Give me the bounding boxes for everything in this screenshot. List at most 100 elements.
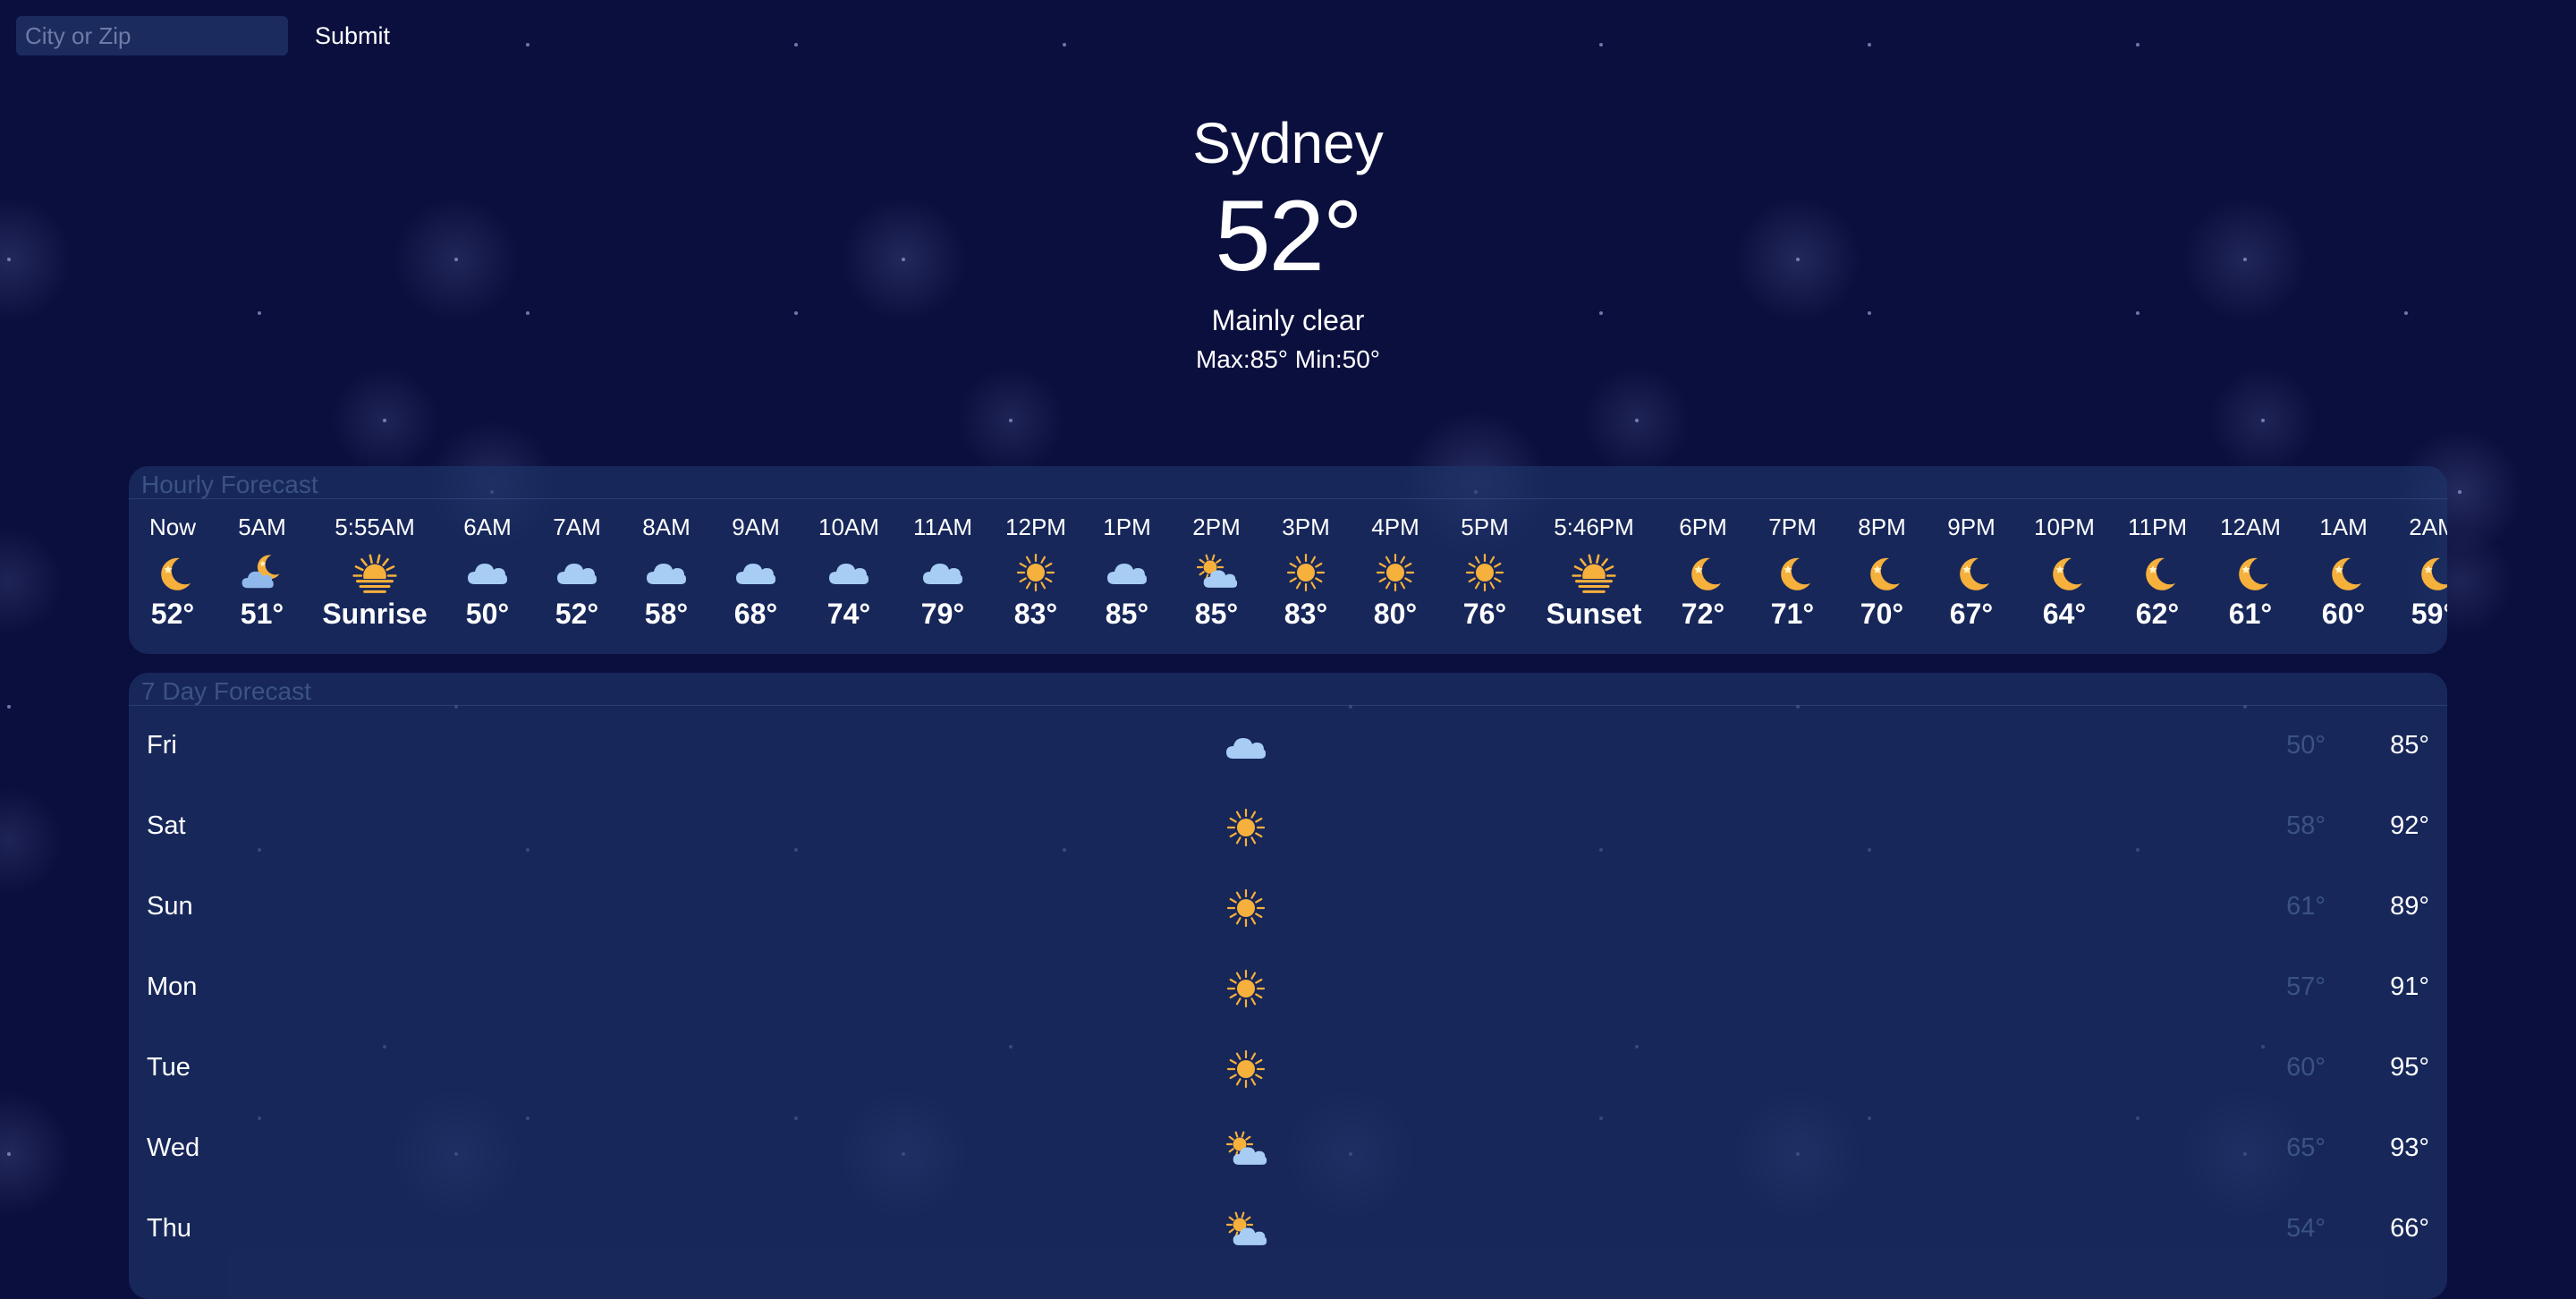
hour-temperature: 68° — [733, 598, 778, 630]
hour-temperature: 60° — [2321, 598, 2366, 630]
star-dot — [794, 43, 798, 47]
hourly-forecast-item: 8PM 70° — [1842, 499, 1922, 651]
hour-time: 8AM — [642, 514, 691, 540]
hour-temperature: 51° — [240, 598, 284, 630]
hour-time: 1AM — [2319, 514, 2368, 540]
star-dot — [1009, 419, 1013, 422]
hour-temperature: 52° — [555, 598, 599, 630]
daily-forecast-title: 7 Day Forecast — [129, 673, 2447, 706]
hour-time: 2AM — [2409, 514, 2447, 540]
day-name: Mon — [147, 972, 198, 1001]
daily-forecast-row: Thu 54° 66° — [129, 1189, 2447, 1269]
day-max-temperature: 92° — [2390, 811, 2429, 840]
sun-cloud-icon — [1224, 1209, 1267, 1252]
hour-time: 1PM — [1103, 514, 1151, 540]
hourly-forecast-title: Hourly Forecast — [129, 466, 2447, 499]
daily-forecast-row: Fri 50° 85° — [129, 706, 2447, 786]
cloud-icon — [921, 551, 964, 594]
daily-forecast-panel[interactable]: 7 Day Forecast Fri 50° 85° Sat 58° 92° Sun 61° 8… — [129, 673, 2447, 1299]
cloud-icon — [827, 551, 870, 594]
hour-time: 12AM — [2220, 514, 2281, 540]
hour-time: 11AM — [913, 514, 972, 540]
sun-icon — [1224, 1048, 1267, 1091]
search-bar: Submit — [16, 16, 390, 55]
star-dot — [2136, 43, 2140, 47]
city-search-input[interactable] — [16, 16, 288, 55]
day-min-temperature: 50° — [2286, 731, 2326, 760]
hour-temperature: 85° — [1105, 598, 1149, 630]
hour-time: 5:55AM — [335, 514, 415, 540]
moon-icon — [2411, 551, 2447, 594]
sun-icon — [1224, 887, 1267, 930]
hour-temperature: 83° — [1284, 598, 1328, 630]
hour-time: 11PM — [2128, 514, 2187, 540]
hourly-forecast-item: 8AM 58° — [626, 499, 707, 651]
daily-forecast-list: Fri 50° 85° Sat 58° 92° Sun 61° 89° Mon 57° 91° Tue 6… — [129, 706, 2447, 1269]
hourly-forecast-item: 10PM 64° — [2020, 499, 2109, 651]
hour-temperature: 58° — [644, 598, 689, 630]
moon-icon — [2136, 551, 2179, 594]
sun-icon — [1284, 551, 1327, 594]
hour-time: 5:46PM — [1554, 514, 1634, 540]
hourly-forecast-panel[interactable]: Hourly Forecast Now 52° 5AM 51° 5:55AM Sunris… — [129, 466, 2447, 654]
hourly-forecast-item: 5PM 76° — [1445, 499, 1525, 651]
hour-time: 6PM — [1679, 514, 1727, 540]
hourly-forecast-item: 10AM 74° — [804, 499, 894, 651]
moon-icon — [151, 551, 194, 594]
hourly-forecast-item: 1PM 85° — [1087, 499, 1167, 651]
cloud-icon — [1106, 551, 1148, 594]
daily-forecast-row: Wed 65° 93° — [129, 1108, 2447, 1189]
hour-temperature: Sunset — [1546, 598, 1642, 630]
daily-forecast-row: Sun 61° 89° — [129, 867, 2447, 947]
hour-time: Now — [148, 514, 196, 540]
star-dot — [1868, 43, 1871, 47]
moon-icon — [1682, 551, 1724, 594]
daily-forecast-row: Sat 58° 92° — [129, 786, 2447, 867]
hourly-forecast-item: 7PM 71° — [1752, 499, 1833, 651]
day-max-temperature: 91° — [2390, 972, 2429, 1001]
day-max-temperature: 66° — [2390, 1214, 2429, 1243]
hour-temperature: 74° — [826, 598, 871, 630]
daily-forecast-row: Mon 57° 91° — [129, 947, 2447, 1028]
moon-icon — [2322, 551, 2365, 594]
cloud-icon — [734, 551, 777, 594]
hour-temperature: 76° — [1462, 598, 1507, 630]
hour-temperature: 72° — [1681, 598, 1725, 630]
hourly-forecast-item: 12PM 83° — [991, 499, 1080, 651]
hour-time: 5PM — [1461, 514, 1509, 540]
sun-icon — [1463, 551, 1506, 594]
sun-icon — [1224, 806, 1267, 849]
day-max-temperature: 89° — [2390, 892, 2429, 921]
hourly-forecast-item: 3PM 83° — [1266, 499, 1346, 651]
hour-time: 7PM — [1768, 514, 1817, 540]
sunrise-icon — [350, 548, 400, 598]
hour-temperature: 61° — [2228, 598, 2273, 630]
hour-temperature: 62° — [2135, 598, 2180, 630]
hour-time: 9PM — [1947, 514, 1996, 540]
hourly-forecast-strip[interactable]: Now 52° 5AM 51° 5:55AM Sunrise 6AM 50° 7AM 52° 8AM… — [129, 499, 2447, 651]
hour-time: 9AM — [732, 514, 780, 540]
hour-time: 4PM — [1371, 514, 1419, 540]
sun-cloud-icon — [1195, 551, 1238, 594]
moon-icon — [2043, 551, 2086, 594]
current-temperature: 52° — [1215, 180, 1362, 292]
moon-cloud-icon — [241, 551, 284, 594]
day-min-temperature: 60° — [2286, 1053, 2326, 1082]
day-min-temperature: 54° — [2286, 1214, 2326, 1243]
moon-icon — [1771, 551, 1814, 594]
hourly-forecast-item: Now 52° — [132, 499, 213, 651]
day-name: Sun — [147, 892, 193, 921]
hour-time: 10PM — [2034, 514, 2095, 540]
cloud-icon — [555, 551, 598, 594]
hour-time: 7AM — [553, 514, 601, 540]
sun-icon — [1374, 551, 1417, 594]
sun-cloud-icon — [1224, 1128, 1267, 1171]
hour-time: 6AM — [463, 514, 512, 540]
star-dot — [7, 1152, 11, 1156]
hourly-forecast-item: 9PM 67° — [1931, 499, 2012, 651]
hour-time: 5AM — [238, 514, 286, 540]
hourly-forecast-item: 9AM 68° — [716, 499, 796, 651]
star-dot — [1635, 419, 1639, 422]
submit-button[interactable]: Submit — [315, 22, 390, 50]
hourly-forecast-item: 5AM 51° — [222, 499, 302, 651]
